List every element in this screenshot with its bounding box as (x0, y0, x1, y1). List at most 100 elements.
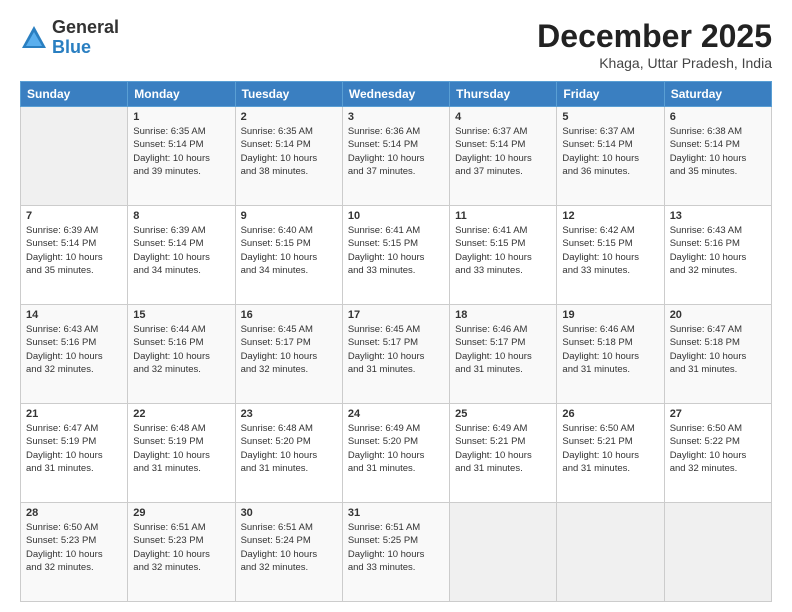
calendar-cell: 30 Sunrise: 6:51 AM Sunset: 5:24 PM Dayli… (235, 503, 342, 602)
calendar-cell (21, 107, 128, 206)
day-number: 22 (133, 408, 229, 420)
calendar-cell: 1 Sunrise: 6:35 AM Sunset: 5:14 PM Daylig… (128, 107, 235, 206)
day-info: Sunrise: 6:45 AM Sunset: 5:17 PM Dayligh… (348, 323, 444, 376)
calendar-cell: 18 Sunrise: 6:46 AM Sunset: 5:17 PM Dayli… (450, 305, 557, 404)
day-number: 10 (348, 210, 444, 222)
calendar-cell: 2 Sunrise: 6:35 AM Sunset: 5:14 PM Daylig… (235, 107, 342, 206)
header-cell-friday: Friday (557, 82, 664, 107)
day-info: Sunrise: 6:37 AM Sunset: 5:14 PM Dayligh… (455, 125, 551, 178)
day-info: Sunrise: 6:42 AM Sunset: 5:15 PM Dayligh… (562, 224, 658, 277)
week-row-3: 14 Sunrise: 6:43 AM Sunset: 5:16 PM Dayli… (21, 305, 772, 404)
calendar-cell: 31Sunrise: 6:51 AM Sunset: 5:25 PM Dayli… (342, 503, 449, 602)
day-number: 29 (133, 507, 229, 519)
day-number: 18 (455, 309, 551, 321)
day-number: 27 (670, 408, 766, 420)
calendar-cell: 7 Sunrise: 6:39 AM Sunset: 5:14 PM Daylig… (21, 206, 128, 305)
day-number: 2 (241, 111, 337, 123)
day-info: Sunrise: 6:46 AM Sunset: 5:18 PM Dayligh… (562, 323, 658, 376)
day-info: Sunrise: 6:40 AM Sunset: 5:15 PM Dayligh… (241, 224, 337, 277)
logo: General Blue (20, 18, 119, 58)
day-info: Sunrise: 6:43 AM Sunset: 5:16 PM Dayligh… (670, 224, 766, 277)
logo-blue: Blue (52, 38, 119, 58)
calendar-cell: 22 Sunrise: 6:48 AM Sunset: 5:19 PM Dayli… (128, 404, 235, 503)
logo-icon (20, 24, 48, 52)
calendar-cell: 28Sunrise: 6:50 AM Sunset: 5:23 PM Dayli… (21, 503, 128, 602)
calendar-cell: 16 Sunrise: 6:45 AM Sunset: 5:17 PM Dayli… (235, 305, 342, 404)
day-info: Sunrise: 6:41 AM Sunset: 5:15 PM Dayligh… (348, 224, 444, 277)
day-number: 12 (562, 210, 658, 222)
calendar-cell: 9Sunrise: 6:40 AM Sunset: 5:15 PM Daylig… (235, 206, 342, 305)
calendar-cell: 20 Sunrise: 6:47 AM Sunset: 5:18 PM Dayli… (664, 305, 771, 404)
calendar-cell: 13Sunrise: 6:43 AM Sunset: 5:16 PM Dayli… (664, 206, 771, 305)
week-row-1: 1 Sunrise: 6:35 AM Sunset: 5:14 PM Daylig… (21, 107, 772, 206)
calendar-cell: 3 Sunrise: 6:36 AM Sunset: 5:14 PM Daylig… (342, 107, 449, 206)
day-number: 3 (348, 111, 444, 123)
header: General Blue December 2025 Khaga, Uttar … (20, 18, 772, 71)
calendar-cell: 14 Sunrise: 6:43 AM Sunset: 5:16 PM Dayli… (21, 305, 128, 404)
week-row-5: 28Sunrise: 6:50 AM Sunset: 5:23 PM Dayli… (21, 503, 772, 602)
day-number: 16 (241, 309, 337, 321)
calendar-cell: 19 Sunrise: 6:46 AM Sunset: 5:18 PM Dayli… (557, 305, 664, 404)
calendar-table: SundayMondayTuesdayWednesdayThursdayFrid… (20, 81, 772, 602)
calendar-cell: 27Sunrise: 6:50 AM Sunset: 5:22 PM Dayli… (664, 404, 771, 503)
calendar-cell: 6 Sunrise: 6:38 AM Sunset: 5:14 PM Daylig… (664, 107, 771, 206)
header-cell-saturday: Saturday (664, 82, 771, 107)
day-number: 1 (133, 111, 229, 123)
day-info: Sunrise: 6:50 AM Sunset: 5:23 PM Dayligh… (26, 521, 122, 574)
header-cell-thursday: Thursday (450, 82, 557, 107)
day-info: Sunrise: 6:36 AM Sunset: 5:14 PM Dayligh… (348, 125, 444, 178)
day-info: Sunrise: 6:46 AM Sunset: 5:17 PM Dayligh… (455, 323, 551, 376)
calendar-cell (664, 503, 771, 602)
day-number: 8 (133, 210, 229, 222)
day-number: 30 (241, 507, 337, 519)
calendar-cell: 10 Sunrise: 6:41 AM Sunset: 5:15 PM Dayli… (342, 206, 449, 305)
day-number: 6 (670, 111, 766, 123)
calendar-cell (450, 503, 557, 602)
day-info: Sunrise: 6:49 AM Sunset: 5:20 PM Dayligh… (348, 422, 444, 475)
day-info: Sunrise: 6:48 AM Sunset: 5:20 PM Dayligh… (241, 422, 337, 475)
calendar-cell: 29 Sunrise: 6:51 AM Sunset: 5:23 PM Dayli… (128, 503, 235, 602)
calendar-cell: 4Sunrise: 6:37 AM Sunset: 5:14 PM Daylig… (450, 107, 557, 206)
day-number: 7 (26, 210, 122, 222)
calendar-cell: 12 Sunrise: 6:42 AM Sunset: 5:15 PM Dayli… (557, 206, 664, 305)
calendar-body: 1 Sunrise: 6:35 AM Sunset: 5:14 PM Daylig… (21, 107, 772, 602)
location: Khaga, Uttar Pradesh, India (537, 55, 772, 71)
day-info: Sunrise: 6:35 AM Sunset: 5:14 PM Dayligh… (133, 125, 229, 178)
calendar-cell: 8 Sunrise: 6:39 AM Sunset: 5:14 PM Daylig… (128, 206, 235, 305)
day-info: Sunrise: 6:48 AM Sunset: 5:19 PM Dayligh… (133, 422, 229, 475)
day-number: 20 (670, 309, 766, 321)
day-info: Sunrise: 6:39 AM Sunset: 5:14 PM Dayligh… (26, 224, 122, 277)
day-number: 31 (348, 507, 444, 519)
header-row: SundayMondayTuesdayWednesdayThursdayFrid… (21, 82, 772, 107)
day-info: Sunrise: 6:39 AM Sunset: 5:14 PM Dayligh… (133, 224, 229, 277)
day-number: 14 (26, 309, 122, 321)
day-info: Sunrise: 6:47 AM Sunset: 5:19 PM Dayligh… (26, 422, 122, 475)
day-info: Sunrise: 6:49 AM Sunset: 5:21 PM Dayligh… (455, 422, 551, 475)
header-cell-tuesday: Tuesday (235, 82, 342, 107)
logo-general: General (52, 18, 119, 38)
day-info: Sunrise: 6:47 AM Sunset: 5:18 PM Dayligh… (670, 323, 766, 376)
calendar-cell: 24 Sunrise: 6:49 AM Sunset: 5:20 PM Dayli… (342, 404, 449, 503)
calendar-cell: 15Sunrise: 6:44 AM Sunset: 5:16 PM Dayli… (128, 305, 235, 404)
day-info: Sunrise: 6:45 AM Sunset: 5:17 PM Dayligh… (241, 323, 337, 376)
day-info: Sunrise: 6:51 AM Sunset: 5:24 PM Dayligh… (241, 521, 337, 574)
day-number: 21 (26, 408, 122, 420)
week-row-4: 21 Sunrise: 6:47 AM Sunset: 5:19 PM Dayli… (21, 404, 772, 503)
calendar-cell: 23Sunrise: 6:48 AM Sunset: 5:20 PM Dayli… (235, 404, 342, 503)
calendar-cell: 26Sunrise: 6:50 AM Sunset: 5:21 PM Dayli… (557, 404, 664, 503)
calendar-cell: 21 Sunrise: 6:47 AM Sunset: 5:19 PM Dayli… (21, 404, 128, 503)
calendar-header: SundayMondayTuesdayWednesdayThursdayFrid… (21, 82, 772, 107)
day-info: Sunrise: 6:43 AM Sunset: 5:16 PM Dayligh… (26, 323, 122, 376)
day-info: Sunrise: 6:38 AM Sunset: 5:14 PM Dayligh… (670, 125, 766, 178)
calendar-cell: 5Sunrise: 6:37 AM Sunset: 5:14 PM Daylig… (557, 107, 664, 206)
day-number: 24 (348, 408, 444, 420)
day-info: Sunrise: 6:35 AM Sunset: 5:14 PM Dayligh… (241, 125, 337, 178)
day-info: Sunrise: 6:37 AM Sunset: 5:14 PM Dayligh… (562, 125, 658, 178)
calendar-cell: 11Sunrise: 6:41 AM Sunset: 5:15 PM Dayli… (450, 206, 557, 305)
day-number: 25 (455, 408, 551, 420)
day-number: 17 (348, 309, 444, 321)
day-number: 15 (133, 309, 229, 321)
day-number: 19 (562, 309, 658, 321)
day-info: Sunrise: 6:51 AM Sunset: 5:23 PM Dayligh… (133, 521, 229, 574)
header-cell-sunday: Sunday (21, 82, 128, 107)
